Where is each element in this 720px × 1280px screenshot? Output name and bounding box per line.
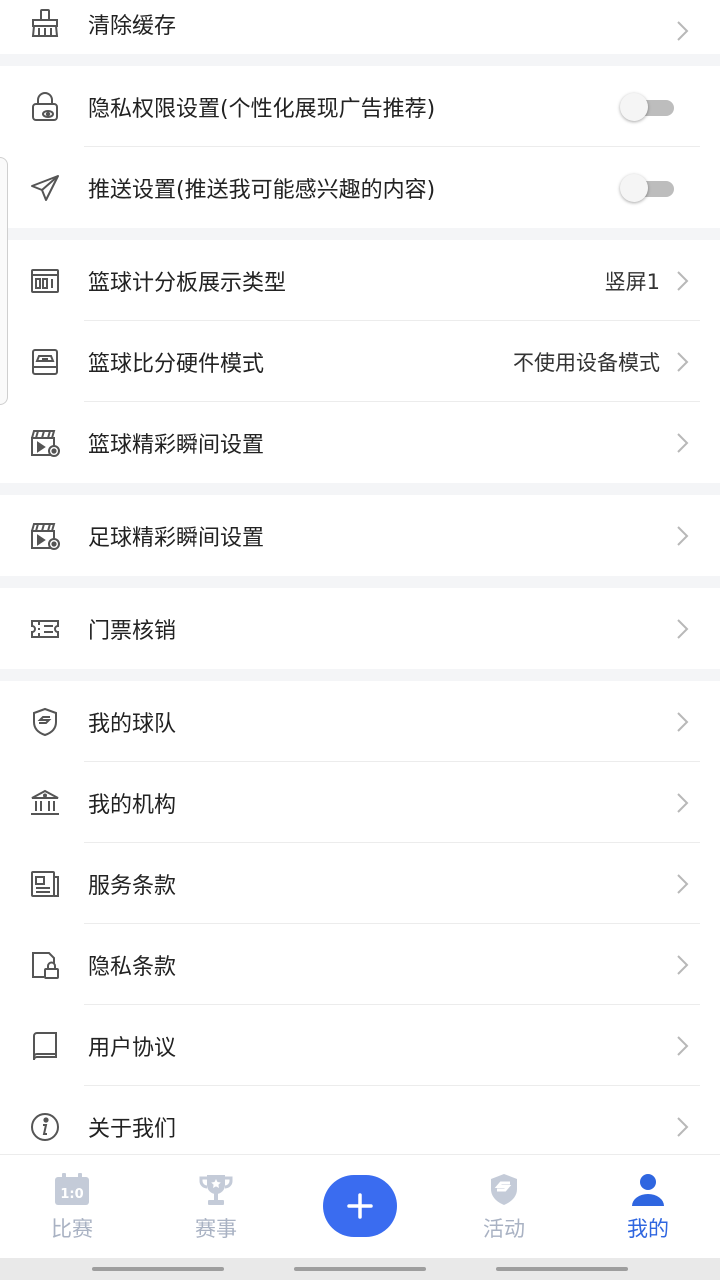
chevron-right-icon — [674, 618, 692, 639]
clapperboard-icon — [28, 426, 62, 460]
info-icon — [28, 1110, 62, 1144]
clear-cache-label: 清除缓存 — [88, 14, 177, 39]
privacy-terms-row[interactable]: 隐私条款 — [0, 924, 720, 1005]
scoreboard-icon — [28, 264, 62, 298]
ticket-verify-row[interactable]: 门票核销 — [0, 588, 720, 669]
privacy-terms-label: 隐私条款 — [88, 954, 177, 980]
book-icon — [28, 1029, 62, 1063]
user-icon — [629, 1171, 667, 1209]
nav-back[interactable] — [496, 1267, 628, 1271]
basketball-highlights-label: 篮球精彩瞬间设置 — [88, 432, 265, 458]
clear-cache-row[interactable]: 清除缓存 — [0, 0, 720, 54]
section-privacy: 隐私权限设置(个性化展现广告推荐) 推送设置(推送我可能感兴趣的内容) — [0, 66, 720, 228]
user-agreement-row[interactable]: 用户协议 — [0, 1005, 720, 1086]
chevron-right-icon — [674, 711, 692, 732]
tab-match-label: 比赛 — [51, 1217, 93, 1241]
section-cache: 清除缓存 — [0, 0, 720, 54]
terms-service-row[interactable]: 服务条款 — [0, 843, 720, 924]
about-us-label: 关于我们 — [88, 1116, 177, 1142]
tab-event[interactable]: 赛事 — [144, 1155, 288, 1259]
basketball-scoreboard-label: 篮球计分板展示类型 — [88, 270, 287, 296]
section-gap — [0, 483, 720, 495]
chevron-right-icon — [674, 873, 692, 894]
basketball-hardware-value: 不使用设备模式 — [513, 350, 660, 375]
bottom-tab-bar: 1:0 比赛 赛事 活动 我的 — [0, 1154, 720, 1259]
document-icon — [28, 867, 62, 901]
chevron-right-icon — [674, 954, 692, 975]
chevron-right-icon — [674, 1116, 692, 1137]
push-settings-label: 推送设置(推送我可能感兴趣的内容) — [88, 177, 436, 203]
privacy-permission-toggle[interactable] — [620, 92, 676, 122]
shield-s-icon — [485, 1171, 523, 1209]
basketball-hardware-row[interactable]: 篮球比分硬件模式 不使用设备模式 — [0, 321, 720, 402]
tab-mine-label: 我的 — [627, 1217, 669, 1241]
section-gap — [0, 576, 720, 588]
settings-list[interactable]: 清除缓存 隐私权限设置(个性化展现广告推荐) 推送设置(推送我可能感兴趣的内容)… — [0, 0, 720, 1154]
system-nav-bar — [0, 1258, 720, 1280]
section-football: 足球精彩瞬间设置 — [0, 495, 720, 576]
edge-swipe-handle[interactable] — [0, 157, 8, 405]
calendar-score-icon: 1:0 — [53, 1171, 91, 1209]
trophy-icon — [197, 1171, 235, 1209]
broom-icon — [28, 6, 62, 40]
football-highlights-label: 足球精彩瞬间设置 — [88, 525, 265, 551]
tab-activity[interactable]: 活动 — [432, 1155, 576, 1259]
ticket-icon — [28, 612, 62, 646]
tab-mine[interactable]: 我的 — [576, 1155, 720, 1259]
chevron-right-icon — [674, 351, 692, 372]
section-basketball: 篮球计分板展示类型 竖屏1 篮球比分硬件模式 不使用设备模式 篮球精彩瞬间设置 — [0, 240, 720, 483]
plus-icon — [347, 1193, 373, 1219]
tab-event-label: 赛事 — [195, 1217, 237, 1241]
paper-plane-icon — [28, 171, 62, 205]
section-account: 我的球队 我的机构 服务条款 隐私条款 用户协议 关于我们 — [0, 681, 720, 1154]
football-highlights-row[interactable]: 足球精彩瞬间设置 — [0, 495, 720, 576]
chevron-right-icon — [674, 1035, 692, 1056]
ticket-verify-label: 门票核销 — [88, 618, 177, 644]
device-icon — [28, 345, 62, 379]
svg-text:1:0: 1:0 — [60, 1187, 83, 1202]
terms-service-label: 服务条款 — [88, 873, 177, 899]
toggle-knob — [620, 173, 648, 202]
privacy-permission-row: 隐私权限设置(个性化展现广告推荐) — [0, 66, 720, 147]
nav-home[interactable] — [294, 1267, 426, 1271]
doc-lock-icon — [28, 948, 62, 982]
my-org-row[interactable]: 我的机构 — [0, 762, 720, 843]
lock-eye-icon — [28, 90, 62, 124]
chevron-right-icon — [674, 21, 692, 41]
basketball-scoreboard-value: 竖屏1 — [604, 269, 660, 294]
section-gap — [0, 54, 720, 66]
tab-activity-label: 活动 — [483, 1217, 525, 1241]
nav-recents[interactable] — [92, 1267, 224, 1271]
push-settings-row: 推送设置(推送我可能感兴趣的内容) — [0, 147, 720, 228]
toggle-knob — [620, 92, 648, 121]
about-us-row[interactable]: 关于我们 — [0, 1086, 720, 1154]
tab-create[interactable] — [288, 1155, 432, 1259]
basketball-scoreboard-row[interactable]: 篮球计分板展示类型 竖屏1 — [0, 240, 720, 321]
chevron-right-icon — [674, 792, 692, 813]
push-settings-toggle[interactable] — [620, 173, 676, 203]
building-icon — [28, 786, 62, 820]
chevron-right-icon — [674, 432, 692, 453]
user-agreement-label: 用户协议 — [88, 1035, 177, 1061]
shield-s-icon — [28, 705, 62, 739]
basketball-highlights-row[interactable]: 篮球精彩瞬间设置 — [0, 402, 720, 483]
chevron-right-icon — [674, 270, 692, 291]
tab-match[interactable]: 1:0 比赛 — [0, 1155, 144, 1259]
chevron-right-icon — [674, 525, 692, 546]
section-gap — [0, 228, 720, 240]
basketball-hardware-label: 篮球比分硬件模式 — [88, 351, 265, 377]
section-gap — [0, 669, 720, 681]
privacy-permission-label: 隐私权限设置(个性化展现广告推荐) — [88, 96, 436, 122]
add-button[interactable] — [323, 1175, 397, 1237]
my-team-label: 我的球队 — [88, 711, 177, 737]
my-org-label: 我的机构 — [88, 792, 177, 818]
section-ticket: 门票核销 — [0, 588, 720, 669]
my-team-row[interactable]: 我的球队 — [0, 681, 720, 762]
clapperboard-icon — [28, 519, 62, 553]
